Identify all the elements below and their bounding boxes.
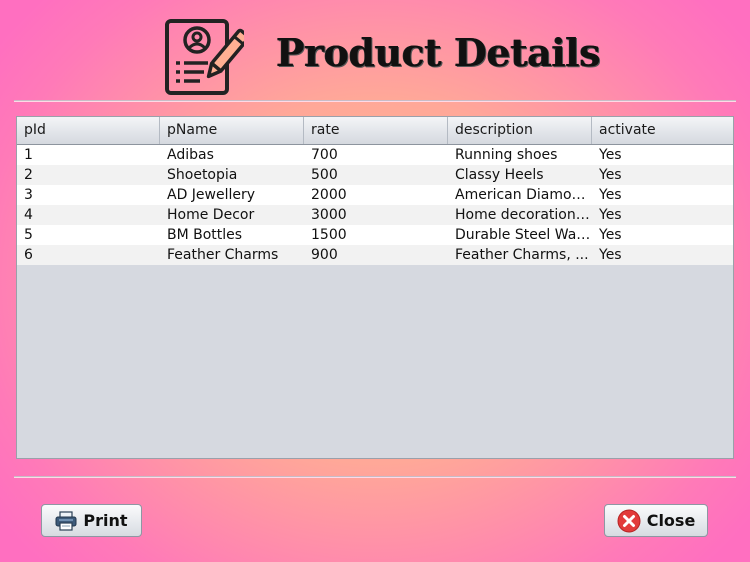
column-header-activate[interactable]: activate — [592, 117, 733, 144]
product-details-icon — [165, 19, 244, 95]
table-cell[interactable]: Home Decor — [160, 205, 304, 225]
table-cell[interactable]: 1500 — [304, 225, 448, 245]
table-cell[interactable]: 2 — [17, 165, 160, 185]
table-cell[interactable]: 6 — [17, 245, 160, 265]
table-cell[interactable]: 5 — [17, 225, 160, 245]
table-cell[interactable]: Adibas — [160, 145, 304, 165]
table-cell[interactable]: Home decoration p... — [448, 205, 592, 225]
table-row[interactable]: 1 Adibas 700 Running shoes Yes — [17, 145, 733, 165]
column-header-pid[interactable]: pId — [17, 117, 160, 144]
table-cell[interactable]: 500 — [304, 165, 448, 185]
table-cell[interactable]: Shoetopia — [160, 165, 304, 185]
printer-icon — [55, 510, 77, 531]
close-button-label: Close — [646, 511, 696, 530]
table-cell[interactable]: Durable Steel Wat... — [448, 225, 592, 245]
table-cell[interactable]: Yes — [592, 165, 733, 185]
footer-separator — [14, 476, 736, 477]
print-button-label: Print — [83, 511, 128, 530]
table-row[interactable]: 3 AD Jewellery 2000 American Diamond... … — [17, 185, 733, 205]
table-cell[interactable]: Feather Charms, ... — [448, 245, 592, 265]
header-separator — [14, 100, 736, 101]
table-row[interactable]: 2 Shoetopia 500 Classy Heels Yes — [17, 165, 733, 185]
table-cell[interactable]: AD Jewellery — [160, 185, 304, 205]
table-row[interactable]: 5 BM Bottles 1500 Durable Steel Wat... Y… — [17, 225, 733, 245]
table-row[interactable]: 6 Feather Charms 900 Feather Charms, ...… — [17, 245, 733, 265]
page-title: Product Details — [276, 30, 601, 75]
product-table[interactable]: pId pName rate description activate 1 Ad… — [16, 116, 734, 459]
table-cell[interactable]: Feather Charms — [160, 245, 304, 265]
column-header-rate[interactable]: rate — [304, 117, 448, 144]
print-button[interactable]: Print — [41, 504, 142, 537]
table-cell[interactable]: 4 — [17, 205, 160, 225]
table-cell[interactable]: 2000 — [304, 185, 448, 205]
table-cell[interactable]: 1 — [17, 145, 160, 165]
table-cell[interactable]: 3000 — [304, 205, 448, 225]
table-cell[interactable]: 900 — [304, 245, 448, 265]
table-cell[interactable]: American Diamond... — [448, 185, 592, 205]
column-header-description[interactable]: description — [448, 117, 592, 144]
table-cell[interactable]: Yes — [592, 185, 733, 205]
table-cell[interactable]: Yes — [592, 205, 733, 225]
column-header-pname[interactable]: pName — [160, 117, 304, 144]
table-cell[interactable]: Classy Heels — [448, 165, 592, 185]
table-cell[interactable]: 700 — [304, 145, 448, 165]
table-cell[interactable]: Yes — [592, 225, 733, 245]
table-cell[interactable]: BM Bottles — [160, 225, 304, 245]
table-cell[interactable]: Running shoes — [448, 145, 592, 165]
close-icon — [617, 509, 641, 532]
table-cell[interactable]: Yes — [592, 245, 733, 265]
close-button[interactable]: Close — [604, 504, 708, 537]
table-cell[interactable]: 3 — [17, 185, 160, 205]
table-cell[interactable]: Yes — [592, 145, 733, 165]
table-body: 1 Adibas 700 Running shoes Yes 2 Shoetop… — [17, 145, 733, 265]
table-header: pId pName rate description activate — [17, 117, 733, 145]
table-row[interactable]: 4 Home Decor 3000 Home decoration p... Y… — [17, 205, 733, 225]
